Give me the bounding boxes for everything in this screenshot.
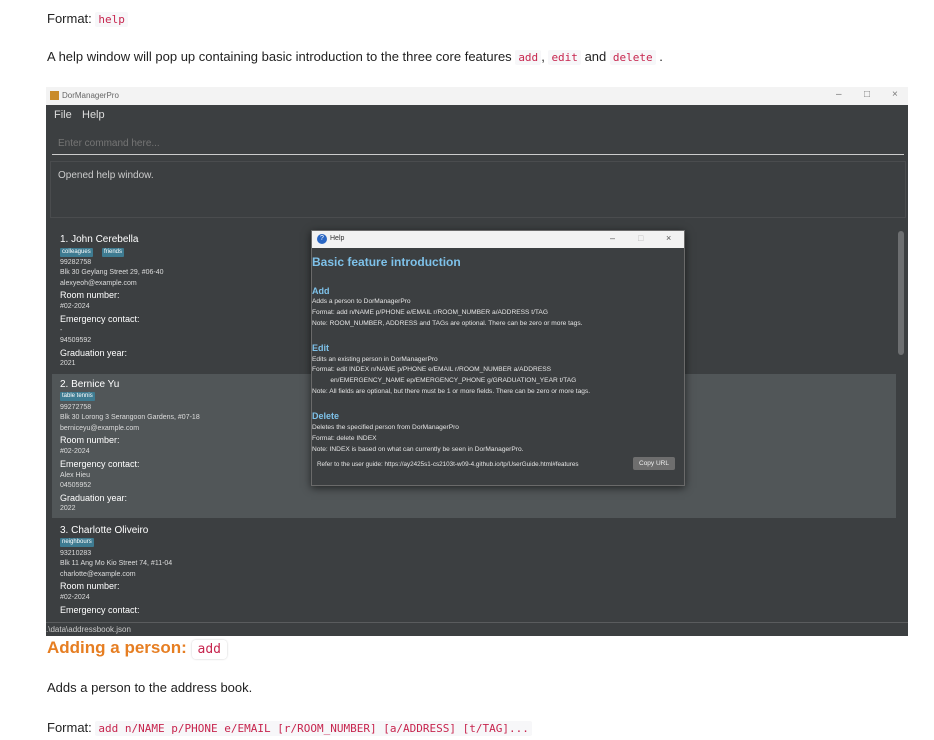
add-format-code: add n/NAME p/PHONE e/EMAIL [r/ROOM_NUMBE… [95,721,532,736]
help-command-code: help [95,12,128,27]
minimize-icon[interactable]: – [836,89,842,100]
person-name: 3. Charlotte Oliveiro [60,525,149,536]
person-address: Blk 30 Lorong 3 Serangoon Gardens, #07-1… [60,414,200,421]
person-card[interactable]: 3. Charlotte Oliveiro neighbours 9321028… [52,520,896,622]
emergency-name: Alex Hieu [60,472,90,479]
help-title: Help [330,235,345,242]
grad-year: 2022 [60,505,76,512]
edit-line: Format: edit INDEX n/NAME p/PHONE e/EMAI… [312,366,552,373]
edit-line: en/EMERGENCY_NAME ep/EMERGENCY_PHONE g/G… [312,377,577,384]
person-name: 1. John Cerebella [60,234,139,245]
delete-line: Format: delete INDEX [312,435,377,442]
person-name: 2. Bernice Yu [60,379,120,390]
person-phone: 99282758 [60,259,92,266]
delete-section-title: Delete [312,411,340,421]
person-room: #02-2024 [60,594,90,601]
person-email: charlotte@example.com [60,571,136,578]
person-address: Blk 11 Ang Mo Kio Street 74, #11-04 [60,560,173,567]
help-minimize-icon[interactable]: – [610,233,615,243]
emergency-name: - [60,327,63,334]
grad-year: 2021 [60,360,76,367]
copy-url-button[interactable]: Copy URL [633,457,675,470]
command-box [52,132,904,155]
app-icon [50,91,59,100]
help-close-icon[interactable]: × [666,233,671,243]
emergency-label: Emergency contact: [60,605,140,615]
emergency-label: Emergency contact: [60,459,140,469]
person-phone: 93210283 [60,550,92,557]
person-email: alexyeoh@example.com [60,280,137,287]
help-titlebar: ? Help – □ × [312,231,684,248]
person-room: #02-2024 [60,448,90,455]
room-label: Room number: [60,435,120,445]
add-code: add [515,50,542,65]
delete-line: Deletes the specified person from DorMan… [312,424,459,431]
add-description: Adds a person to the address book. [47,680,253,695]
tag: colleagues [60,248,93,257]
format-label: Format: [47,11,92,26]
add-line: Adds a person to DorManagerPro [312,298,411,305]
emergency-phone: 94509592 [60,337,92,344]
format-line: Format: help [47,11,128,27]
intro-paragraph: A help window will pop up containing bas… [47,49,663,65]
edit-code: edit [548,50,581,65]
help-heading: Basic feature introduction [312,255,461,269]
person-email: berniceyu@example.com [60,425,140,432]
and-word: and [584,49,607,64]
menu-help[interactable]: Help [82,109,105,121]
edit-section-title: Edit [312,343,329,353]
grad-label: Graduation year: [60,493,128,503]
user-guide-url: Refer to the user guide: https://ay2425s… [317,461,579,468]
command-input[interactable] [52,132,904,154]
format-label: Format: [47,720,92,735]
tag: table tennis [60,392,95,401]
status-path: .\data\addressbook.json [46,625,131,634]
period: . [659,49,663,64]
result-display: Opened help window. [50,161,906,218]
menu-bar: File Help [46,105,908,126]
delete-line: Note: INDEX is based on what can current… [312,446,524,453]
maximize-icon[interactable]: □ [864,89,870,100]
person-address: Blk 30 Geylang Street 29, #06-40 [60,269,164,276]
heading-text: Adding a person: [47,638,187,657]
list-scrollbar[interactable] [898,231,904,355]
person-room: #02-2024 [60,303,90,310]
edit-line: Note: All fields are optional, but there… [312,388,591,395]
help-maximize-icon: □ [638,233,644,243]
status-bar: .\data\addressbook.json [46,622,908,636]
section-heading: Adding a person: add [47,638,227,659]
add-line: Format: add n/NAME p/PHONE e/EMAIL r/ROO… [312,309,548,316]
close-icon[interactable]: × [892,89,898,100]
add-section-title: Add [312,286,330,296]
menu-file[interactable]: File [54,109,72,121]
window-title: DorManagerPro [62,91,119,100]
add-line: Note: ROOM_NUMBER, ADDRESS and TAGs are … [312,320,583,327]
tag: neighbours [60,538,94,547]
help-question-icon: ? [317,234,327,244]
comma: , [541,49,545,64]
room-label: Room number: [60,581,120,591]
add-format-line: Format: add n/NAME p/PHONE e/EMAIL [r/RO… [47,720,532,736]
edit-line: Edits an existing person in DorManagerPr… [312,356,438,363]
window-titlebar: DorManagerPro – □ × [46,87,908,105]
intro-text: A help window will pop up containing bas… [47,49,512,64]
emergency-label: Emergency contact: [60,314,140,324]
emergency-phone: 04505952 [60,482,92,489]
person-phone: 99272758 [60,404,92,411]
room-label: Room number: [60,290,120,300]
delete-code: delete [609,50,656,65]
heading-add-code: add [191,640,227,659]
result-text: Opened help window. [58,170,154,181]
help-window: ? Help – □ × Basic feature introduction … [311,230,685,486]
tag: friends [102,248,125,257]
grad-label: Graduation year: [60,348,128,358]
app-screenshot: DorManagerPro – □ × File Help Opened hel… [46,87,908,636]
